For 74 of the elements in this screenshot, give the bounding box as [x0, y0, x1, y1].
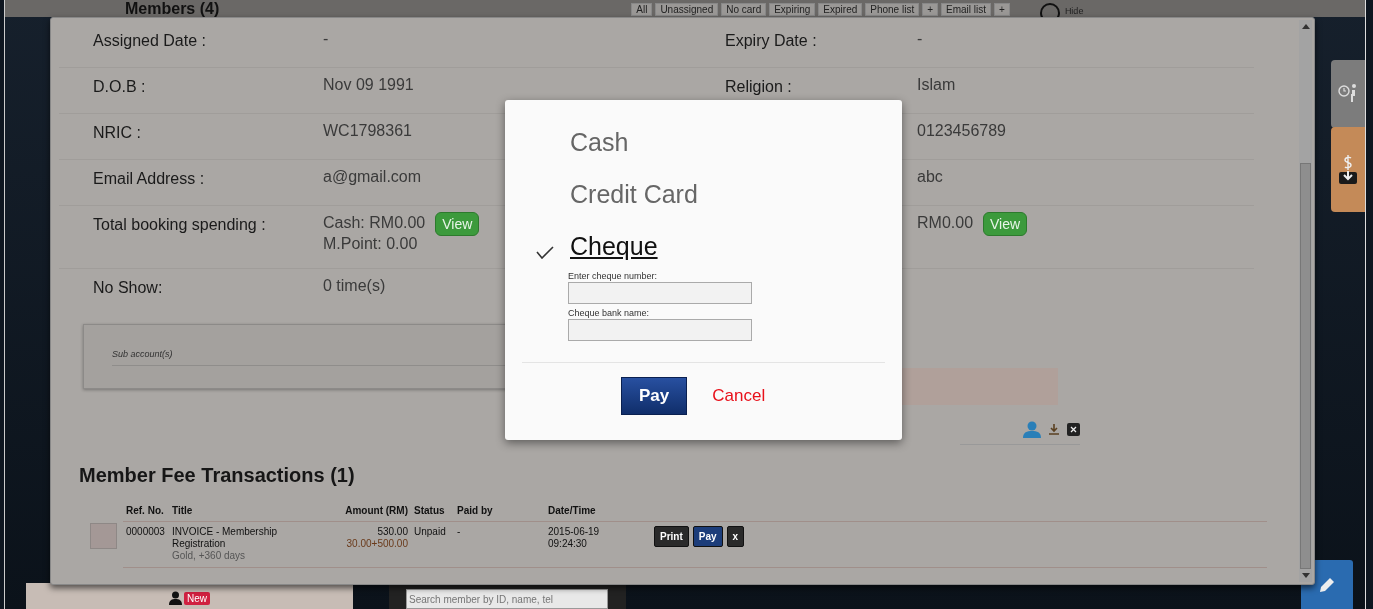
- print-button[interactable]: Print: [654, 526, 689, 547]
- person-icon[interactable]: [169, 591, 182, 605]
- table-cell-text: 30.00+500.00: [345, 538, 408, 550]
- scrollbar[interactable]: [1299, 20, 1312, 582]
- page-title: Members (4): [125, 1, 220, 16]
- input-field[interactable]: [568, 319, 752, 341]
- detail-label: Religion :: [725, 78, 792, 96]
- column-header: Title: [172, 505, 193, 516]
- detail-label: No Show:: [93, 279, 163, 297]
- detail-value: WC1798361: [323, 121, 412, 141]
- field-label: Enter cheque number:: [568, 271, 659, 281]
- table-cell-text: INVOICE - Membership: [172, 526, 279, 538]
- detail-value: abc: [917, 167, 943, 187]
- table-cell-text: Gold, +360 days: [172, 550, 247, 562]
- detail-value: 0 time(s): [323, 276, 386, 296]
- detail-label: Total booking spending :: [93, 216, 266, 234]
- hide-label: Hide: [1064, 6, 1084, 16]
- table-cell: 0000003: [126, 526, 165, 537]
- table-cell-text: 530.00: [376, 526, 408, 538]
- detail-label: Email Address :: [93, 170, 205, 188]
- detail-label: D.O.B :: [93, 78, 146, 96]
- close-icon[interactable]: [1067, 423, 1080, 436]
- column-header: Date/Time: [548, 505, 596, 516]
- scroll-down-icon[interactable]: [1301, 573, 1310, 578]
- filter-button[interactable]: +: [994, 3, 1010, 16]
- cancel-button[interactable]: Cancel: [712, 386, 766, 406]
- detail-value: -: [917, 29, 923, 49]
- dollar-download-icon: [1338, 153, 1358, 186]
- clock-person-icon: [1338, 83, 1358, 105]
- filter-button[interactable]: Email list: [941, 3, 992, 16]
- payment-option[interactable]: Cash: [570, 128, 629, 157]
- view-button[interactable]: View: [983, 212, 1028, 236]
- filter-button[interactable]: All: [631, 3, 653, 16]
- table-cell-text: 09:24:30: [548, 538, 588, 550]
- detail-value: M.Point: 0.00: [323, 234, 419, 254]
- side-tab[interactable]: [1331, 127, 1365, 212]
- section-heading: Member Fee Transactions (1): [79, 464, 356, 487]
- detail-value: 0123456789: [917, 121, 1006, 141]
- download-icon[interactable]: [1049, 424, 1059, 435]
- filter-button[interactable]: No card: [721, 3, 767, 16]
- input-field[interactable]: [568, 282, 752, 304]
- delete-button[interactable]: x: [726, 526, 745, 547]
- filter-button[interactable]: Expired: [818, 3, 863, 16]
- detail-value: a@gmail.com: [323, 167, 422, 187]
- column-header: Status: [414, 505, 445, 516]
- filter-button[interactable]: Expiring: [769, 3, 816, 16]
- table-cell: Unpaid: [414, 526, 446, 537]
- payment-option[interactable]: Cheque: [570, 232, 658, 261]
- column-header: Amount (RM): [345, 505, 408, 516]
- table-cell-text: Registration: [172, 538, 227, 550]
- payment-option[interactable]: Credit Card: [570, 180, 698, 209]
- detail-value: Cash: RM0.00: [323, 213, 426, 233]
- filter-button[interactable]: Phone list: [865, 3, 920, 16]
- detail-value: Islam: [917, 75, 956, 95]
- detail-value: RM0.00: [917, 213, 974, 233]
- new-badge: New: [184, 591, 210, 605]
- detail-label: NRIC :: [93, 124, 141, 142]
- column-header: Ref. No.: [126, 505, 164, 516]
- column-header: Paid by: [457, 505, 493, 516]
- filter-button[interactable]: +: [922, 3, 938, 16]
- scroll-up-icon[interactable]: [1301, 24, 1310, 29]
- search-field[interactable]: Search member by ID, name, tel: [406, 589, 608, 609]
- image-placeholder: [90, 522, 117, 549]
- detail-label: Assigned Date :: [93, 32, 206, 50]
- detail-label: Expiry Date :: [725, 32, 817, 50]
- table-cell: -: [457, 526, 461, 537]
- filter-button[interactable]: Unassigned: [655, 3, 719, 16]
- pay-button[interactable]: Pay: [621, 377, 688, 415]
- view-button[interactable]: View: [435, 212, 480, 236]
- detail-value: -: [323, 29, 329, 49]
- detail-value: Nov 09 1991: [323, 75, 414, 95]
- pay-button[interactable]: Pay: [692, 526, 723, 547]
- table-cell-text: 2015-06-19: [548, 526, 601, 538]
- field-label: Cheque bank name:: [568, 308, 651, 318]
